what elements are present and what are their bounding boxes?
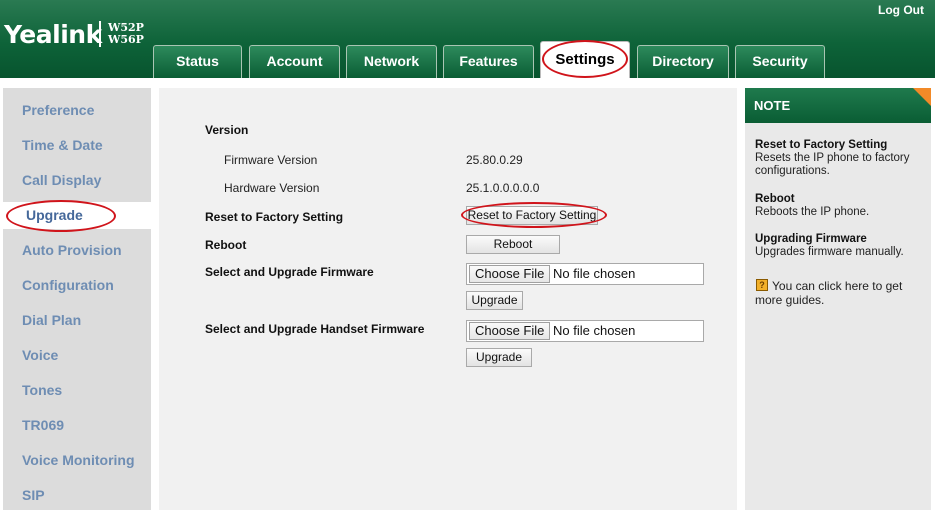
reset-factory-button[interactable]: Reset to Factory Setting [466, 206, 598, 225]
reset-factory-label: Reset to Factory Setting [205, 210, 344, 224]
handset-choose-file-button[interactable]: Choose File [469, 322, 551, 340]
note-title: NOTE [745, 88, 931, 123]
sidebar-item-call-display[interactable]: Call Display [22, 172, 101, 188]
tab-directory[interactable]: Directory [637, 45, 729, 78]
model-label-w52p: W52P [108, 21, 144, 34]
hardware-version-label: Hardware Version [224, 181, 320, 195]
upgrade-firmware-label: Select and Upgrade Firmware [205, 265, 374, 279]
sidebar-item-preference[interactable]: Preference [22, 102, 94, 118]
handset-file-status: No file chosen [553, 323, 636, 338]
hardware-version-value: 25.1.0.0.0.0.0 [466, 181, 540, 195]
firmware-choose-file-button[interactable]: Choose File [469, 265, 551, 283]
sidebar-item-tr069[interactable]: TR069 [22, 417, 64, 433]
logo-separator [99, 21, 101, 47]
handset-upgrade-button[interactable]: Upgrade [466, 348, 532, 367]
firmware-file-input[interactable]: Choose File No file chosen [466, 263, 704, 285]
main-content [159, 88, 737, 510]
note-reboot-title: Reboot [755, 193, 795, 205]
note-corner-fold [913, 88, 931, 106]
version-heading: Version [205, 123, 249, 137]
note-upgrade-desc: Upgrades firmware manually. [755, 246, 904, 258]
firmware-upgrade-button[interactable]: Upgrade [466, 291, 523, 310]
reboot-label: Reboot [205, 238, 247, 252]
sidebar-item-auto-provision[interactable]: Auto Provision [22, 242, 122, 258]
tab-settings[interactable]: Settings [540, 41, 630, 78]
note-reset-desc-1: Resets the IP phone to factory [755, 152, 910, 164]
sidebar-item-upgrade[interactable]: Upgrade [26, 207, 83, 223]
note-reboot-desc: Reboots the IP phone. [755, 206, 870, 218]
guide-book-icon[interactable]: ? [756, 279, 768, 291]
note-guide-link-1[interactable]: You can click here to get [772, 279, 902, 293]
sidebar-item-time-date[interactable]: Time & Date [22, 137, 103, 153]
sidebar-item-dial-plan[interactable]: Dial Plan [22, 312, 81, 328]
logout-link[interactable]: Log Out [878, 3, 924, 17]
sidebar-item-configuration[interactable]: Configuration [22, 277, 114, 293]
firmware-file-status: No file chosen [553, 266, 636, 281]
note-reset-desc-2: configurations. [755, 165, 830, 177]
model-label-w56p: W56P [108, 33, 144, 46]
handset-file-input[interactable]: Choose File No file chosen [466, 320, 704, 342]
firmware-version-value: 25.80.0.29 [466, 153, 523, 167]
tab-status[interactable]: Status [153, 45, 242, 78]
note-guide-link-2[interactable]: more guides. [755, 293, 824, 307]
note-upgrade-title: Upgrading Firmware [755, 233, 867, 245]
sidebar-item-sip[interactable]: SIP [22, 487, 45, 503]
sidebar-item-voice[interactable]: Voice [22, 347, 58, 363]
tab-network[interactable]: Network [346, 45, 437, 78]
note-reset-title: Reset to Factory Setting [755, 139, 888, 151]
tab-features[interactable]: Features [443, 45, 534, 78]
tab-account[interactable]: Account [249, 45, 340, 78]
sidebar-item-tones[interactable]: Tones [22, 382, 62, 398]
reboot-button[interactable]: Reboot [466, 235, 560, 254]
tab-security[interactable]: Security [735, 45, 825, 78]
upgrade-handset-firmware-label: Select and Upgrade Handset Firmware [205, 322, 425, 336]
yealink-logo: Yealink [4, 20, 102, 49]
sidebar-item-voice-monitoring[interactable]: Voice Monitoring [22, 452, 135, 468]
firmware-version-label: Firmware Version [224, 153, 318, 167]
